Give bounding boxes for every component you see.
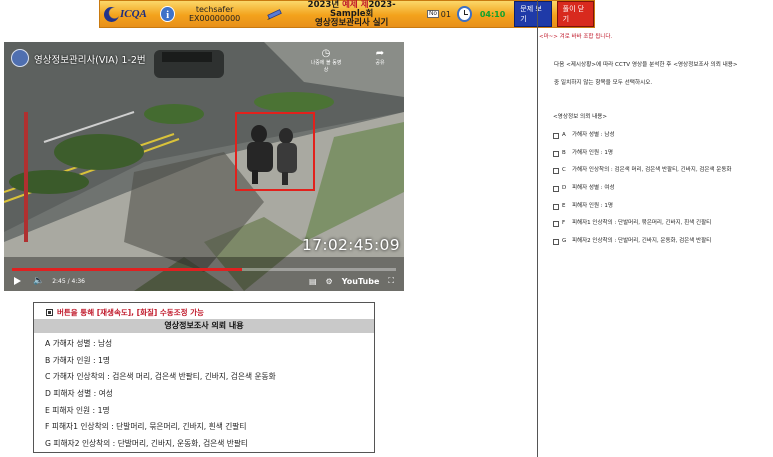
option-text: 가해자 인원 : 1명 [572, 149, 613, 156]
answer-option-d[interactable]: D 피해자 성별 : 여성 [553, 180, 771, 198]
cctv-timestamp: 17:02:45:09 [302, 236, 400, 254]
question-pane: <마~> 겨로 바바 조합 됩니다. 다음 <제시상황>에 따라 CCTV 영상… [539, 32, 771, 251]
option-letter: E [562, 202, 566, 209]
youtube-logo[interactable]: YouTube [342, 277, 380, 286]
share-icon[interactable]: ➦ 공유 [364, 48, 396, 73]
volume-icon[interactable]: 🔈 [33, 276, 44, 286]
request-item: F 피해자1 인상착의 : 단발머리, 묶은머리, 긴바지, 흰색 긴팔티 [45, 422, 247, 432]
playback-hint-text: 버튼을 통해 [재생속도], [화질] 수동조정 가능 [57, 308, 204, 317]
user-id: techsafer [195, 5, 234, 14]
playback-hint: 버튼을 통해 [재생속도], [화질] 수동조정 가능 [34, 303, 374, 319]
request-item: D 피해자 성별 : 여성 [45, 389, 113, 399]
remaining-timer: 04:10 [479, 9, 506, 19]
video-controls: 🔈 2:45 / 4:36 ▤ ⚙ YouTube ⛶ [4, 271, 404, 291]
option-letter: C [562, 167, 566, 174]
request-item: E 피해자 인원 : 1명 [45, 405, 110, 415]
exam-banner: ICQA i techsafer EX00000000 2023년 예제 제20… [99, 0, 595, 28]
icqa-logo: ICQA [104, 6, 158, 22]
option-text: 피해자 성별 : 여성 [572, 185, 615, 192]
question-number: No 01 [427, 10, 451, 19]
play-icon[interactable] [14, 277, 21, 285]
option-text: 피해자 인원 : 1명 [572, 202, 613, 209]
panel-header: 영상정보조사 의뢰 내용 [34, 319, 374, 333]
request-item: C 가해자 인상착의 : 검은색 머리, 검은색 반팔티, 긴바지, 검은색 운… [45, 372, 276, 382]
video-top-actions: ◷ 나중에 볼 동영상 ➦ 공유 [310, 48, 396, 73]
clock-icon [456, 6, 472, 22]
option-checkbox[interactable] [553, 203, 559, 210]
option-letter: F [562, 220, 566, 227]
user-code: EX00000000 [189, 14, 241, 23]
question-info-label: <영상정보 의뢰 내용> [553, 114, 608, 120]
moon-icon [104, 6, 119, 22]
settings-icon[interactable]: ⚙ [326, 277, 333, 286]
option-letter: G [562, 238, 567, 245]
request-item: B 가해자 인원 : 1명 [45, 355, 110, 365]
video-title[interactable]: 영상정보관리사(VIA) 1-2번 [34, 52, 146, 66]
exam-title: 2023년 예제 제2023-Sample회 영상정보관리사 실기 [298, 0, 405, 28]
answer-options: A 가해자 성별 : 남성 B 가해자 인원 : 1명 C 가해자 인상착의 : 검은… [539, 127, 771, 251]
fullscreen-icon[interactable]: ⛶ [388, 276, 394, 286]
answer-option-a[interactable]: A 가해자 성별 : 남성 [553, 127, 771, 145]
answer-option-e[interactable]: E 피해자 인원 : 1명 [553, 198, 771, 216]
request-item-list: A 가해자 성별 : 남성 B 가해자 인원 : 1명 C 가해자 인상착의 :… [34, 333, 374, 453]
logo-text: ICQA [120, 8, 147, 20]
option-letter: A [562, 132, 566, 138]
option-checkbox[interactable] [553, 221, 559, 228]
request-item: A 가해자 성별 : 남성 [45, 339, 113, 348]
answer-option-g[interactable]: G 피해자2 인상착의 : 단발머리, 긴바지, 운동화, 검은색 반팔티 [553, 233, 771, 251]
answer-option-c[interactable]: C 가해자 인상착의 : 검은색 머리, 검은색 반팔티, 긴바지, 검은색 운동… [553, 162, 771, 180]
question-text: 다음 <제시상황>에 따라 CCTV 영상을 분석한 후 <영상정보조사 의뢰 … [539, 56, 771, 92]
option-checkbox[interactable] [553, 168, 559, 175]
option-text: 가해자 인상착의 : 검은색 머리, 검은색 반팔티, 긴바지, 검은색 운동화 [572, 167, 732, 174]
pane-divider [537, 0, 538, 457]
option-checkbox[interactable] [553, 238, 559, 245]
exam-subject: 영상정보관리사 실기 [315, 17, 389, 28]
number-icon: No [427, 10, 439, 18]
show-problem-button[interactable]: 문제 보기 [514, 1, 552, 27]
option-text: 피해자1 인상착의 : 단발머리, 묶은머리, 긴바지, 흰색 긴팔티 [572, 220, 712, 227]
info-icon[interactable]: i [160, 6, 175, 22]
subtitles-icon[interactable]: ▤ [309, 277, 317, 286]
option-letter: B [562, 149, 566, 156]
option-checkbox[interactable] [553, 150, 559, 157]
video-time: 2:45 / 4:36 [52, 277, 86, 285]
pencil-icon [266, 7, 284, 21]
question-line-2: 중 일치하지 않는 항목을 모두 선택하시오. [554, 80, 653, 86]
request-info-panel: 버튼을 통해 [재생속도], [화질] 수동조정 가능 영상정보조사 의뢰 내용… [33, 302, 375, 453]
answer-option-f[interactable]: F 피해자1 인상착의 : 단발머리, 묶은머리, 긴바지, 흰색 긴팔티 [553, 215, 771, 233]
watch-later-icon[interactable]: ◷ 나중에 볼 동영상 [310, 48, 342, 73]
answer-option-b[interactable]: B 가해자 인원 : 1명 [553, 145, 771, 163]
watch-later-label: 나중에 볼 동영상 [310, 60, 342, 73]
share-label: 공유 [375, 60, 385, 66]
option-text: 피해자2 인상착의 : 단발머리, 긴바지, 운동화, 검은색 반팔티 [572, 238, 712, 245]
question-number-value: 01 [440, 9, 451, 19]
question-line-1: 다음 <제시상황>에 따라 CCTV 영상을 분석한 후 <영상정보조사 의뢰 … [554, 62, 738, 68]
incident-highlight-box [235, 112, 315, 191]
user-info: techsafer EX00000000 [189, 5, 240, 23]
checkbox-icon [46, 309, 53, 316]
channel-avatar[interactable] [11, 49, 29, 67]
option-text: 가해자 성별 : 남성 [572, 132, 615, 138]
request-item: G 피해자2 인상착의 : 단발머리, 긴바지, 운동화, 검은색 반팔티 [45, 439, 248, 449]
option-letter: D [562, 185, 567, 192]
question-header: <마~> 겨로 바바 조합 됩니다. [539, 34, 613, 40]
video-player[interactable]: 영상정보관리사(VIA) 1-2번 ◷ 나중에 볼 동영상 ➦ 공유 17:02:4… [4, 42, 404, 291]
option-checkbox[interactable] [553, 185, 559, 192]
close-solution-button[interactable]: 풀이 닫기 [556, 1, 594, 27]
option-checkbox[interactable] [553, 132, 559, 139]
